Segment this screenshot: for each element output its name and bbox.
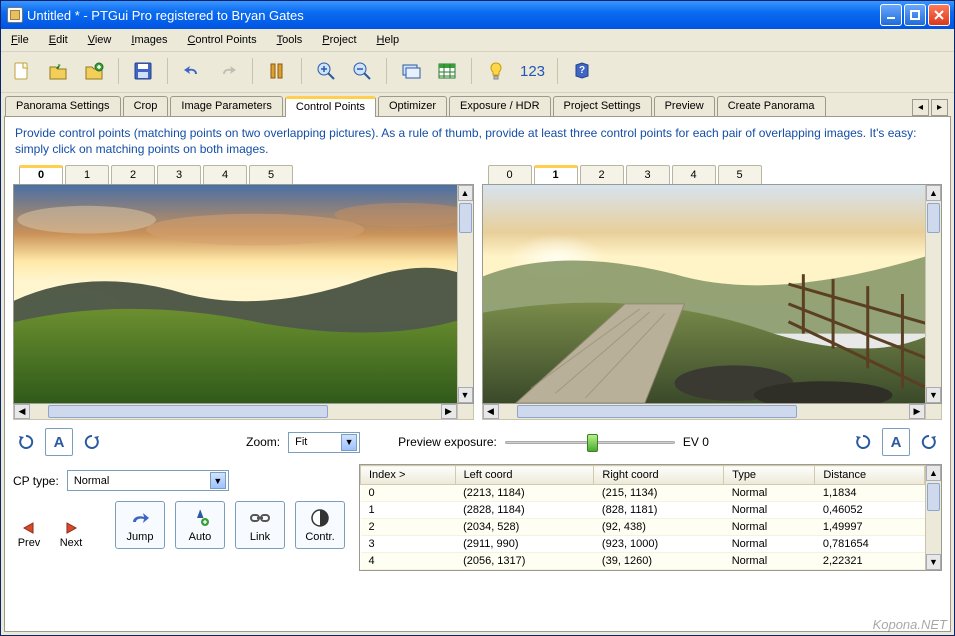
preview-exposure-slider[interactable]	[505, 432, 675, 452]
main-toolbar: 123 ?	[1, 52, 954, 93]
title-bar: Untitled * - PTGui Pro registered to Bry…	[1, 1, 954, 29]
menu-tools[interactable]: Tools	[273, 32, 307, 48]
jump-button[interactable]: Jump	[115, 501, 165, 549]
preview-exposure-label: Preview exposure:	[398, 435, 497, 449]
tab-project-settings[interactable]: Project Settings	[553, 96, 652, 116]
left-rotate-ccw-button[interactable]	[15, 431, 37, 453]
table-row[interactable]: 0(2213, 1184)(215, 1134)Normal1,1834	[361, 485, 925, 502]
help-button[interactable]: ?	[567, 56, 597, 86]
tab-optimizer[interactable]: Optimizer	[378, 96, 447, 116]
menu-view[interactable]: View	[84, 32, 116, 48]
left-image-tab-5[interactable]: 5	[249, 165, 293, 184]
menu-file[interactable]: File	[7, 32, 33, 48]
table-header[interactable]: Distance	[815, 466, 925, 485]
zoom-out-button[interactable]	[347, 56, 377, 86]
tips-button[interactable]	[481, 56, 511, 86]
next-button[interactable]: Next	[55, 519, 87, 549]
right-image-tab-5[interactable]: 5	[718, 165, 762, 184]
tabs-scroll-left[interactable]: ◂	[912, 99, 929, 116]
main-tab-strip: Panorama SettingsCropImage ParametersCon…	[1, 93, 954, 116]
menu-images[interactable]: Images	[127, 32, 171, 48]
right-fit-button[interactable]: A	[882, 428, 910, 456]
zoom-label: Zoom:	[246, 435, 280, 449]
prev-button[interactable]: Prev	[13, 519, 45, 549]
zoom-combo[interactable]: Fit ▼	[288, 432, 360, 453]
right-image-view[interactable]	[483, 185, 926, 403]
auto-button[interactable]: Auto	[175, 501, 225, 549]
left-image-tab-1[interactable]: 1	[65, 165, 109, 184]
redo-button[interactable]	[213, 56, 243, 86]
left-image-tab-2[interactable]: 2	[111, 165, 155, 184]
add-images-button[interactable]	[79, 56, 109, 86]
right-image-tabs: 012345	[482, 165, 943, 184]
cp-type-label: CP type:	[13, 474, 59, 488]
table-header[interactable]: Index >	[361, 466, 456, 485]
tab-panorama-settings[interactable]: Panorama Settings	[5, 96, 121, 116]
tab-control-points[interactable]: Control Points	[285, 96, 376, 117]
chevron-down-icon: ▼	[341, 434, 357, 451]
left-vertical-scrollbar[interactable]: ▲ ▼	[457, 185, 473, 403]
left-image-tab-4[interactable]: 4	[203, 165, 247, 184]
window-title: Untitled * - PTGui Pro registered to Bry…	[27, 8, 880, 23]
cp-type-value: Normal	[74, 475, 204, 487]
new-project-button[interactable]	[7, 56, 37, 86]
undo-button[interactable]	[177, 56, 207, 86]
left-rotate-cw-button[interactable]	[81, 431, 103, 453]
left-image-tab-3[interactable]: 3	[157, 165, 201, 184]
tab-preview[interactable]: Preview	[654, 96, 715, 116]
link-button[interactable]: Link	[235, 501, 285, 549]
tabs-scroll-right[interactable]: ▸	[931, 99, 948, 116]
app-icon	[7, 7, 23, 23]
right-image-tab-3[interactable]: 3	[626, 165, 670, 184]
chevron-down-icon: ▼	[210, 472, 226, 489]
instructions-text: Provide control points (matching points …	[5, 117, 950, 165]
left-fit-button[interactable]: A	[45, 428, 73, 456]
panorama-editor-button[interactable]	[396, 56, 426, 86]
right-image-tab-2[interactable]: 2	[580, 165, 624, 184]
control-points-table: Index >Left coordRight coordTypeDistance…	[359, 464, 942, 571]
right-image-tab-0[interactable]: 0	[488, 165, 532, 184]
preview-exposure-readout: EV 0	[683, 435, 709, 449]
table-row[interactable]: 1(2828, 1184)(828, 1181)Normal0,46052	[361, 502, 925, 519]
table-header[interactable]: Type	[724, 466, 815, 485]
table-row[interactable]: 4(2056, 1317)(39, 1260)Normal2,22321	[361, 553, 925, 570]
tab-exposure-hdr[interactable]: Exposure / HDR	[449, 96, 550, 116]
maximize-button[interactable]	[904, 4, 926, 26]
menu-help[interactable]: Help	[373, 32, 404, 48]
tab-crop[interactable]: Crop	[123, 96, 169, 116]
table-header[interactable]: Left coord	[455, 466, 594, 485]
zoom-in-button[interactable]	[311, 56, 341, 86]
menu-bar: File Edit View Images Control Points Too…	[1, 29, 954, 52]
cp-type-combo[interactable]: Normal ▼	[67, 470, 229, 491]
align-images-button[interactable]	[262, 56, 292, 86]
contrast-button[interactable]: Contr.	[295, 501, 345, 549]
table-row[interactable]: 3(2911, 990)(923, 1000)Normal0,781654	[361, 536, 925, 553]
right-vertical-scrollbar[interactable]: ▲ ▼	[925, 185, 941, 403]
control-points-table-button[interactable]	[432, 56, 462, 86]
right-rotate-cw-button[interactable]	[918, 431, 940, 453]
table-row[interactable]: 2(2034, 528)(92, 438)Normal1,49997	[361, 519, 925, 536]
menu-edit[interactable]: Edit	[45, 32, 72, 48]
zoom-value: Fit	[295, 436, 335, 448]
menu-project[interactable]: Project	[318, 32, 360, 48]
save-button[interactable]	[128, 56, 158, 86]
left-image-view[interactable]	[14, 185, 457, 403]
tab-create-panorama[interactable]: Create Panorama	[717, 96, 826, 116]
right-image-tab-1[interactable]: 1	[534, 165, 578, 184]
left-image-tabs: 012345	[13, 165, 474, 184]
left-horizontal-scrollbar[interactable]: ◀▶	[13, 404, 458, 420]
open-button[interactable]	[43, 56, 73, 86]
left-image-tab-0[interactable]: 0	[19, 165, 63, 184]
menu-control-points[interactable]: Control Points	[183, 32, 260, 48]
svg-text:?: ?	[579, 65, 585, 76]
close-button[interactable]	[928, 4, 950, 26]
numeric-transform-button[interactable]: 123	[517, 63, 548, 80]
right-image-tab-4[interactable]: 4	[672, 165, 716, 184]
right-horizontal-scrollbar[interactable]: ◀▶	[482, 404, 927, 420]
tab-image-parameters[interactable]: Image Parameters	[170, 96, 282, 116]
minimize-button[interactable]	[880, 4, 902, 26]
table-header[interactable]: Right coord	[594, 466, 724, 485]
table-vertical-scrollbar[interactable]: ▲ ▼	[925, 465, 941, 570]
right-rotate-ccw-button[interactable]	[852, 431, 874, 453]
